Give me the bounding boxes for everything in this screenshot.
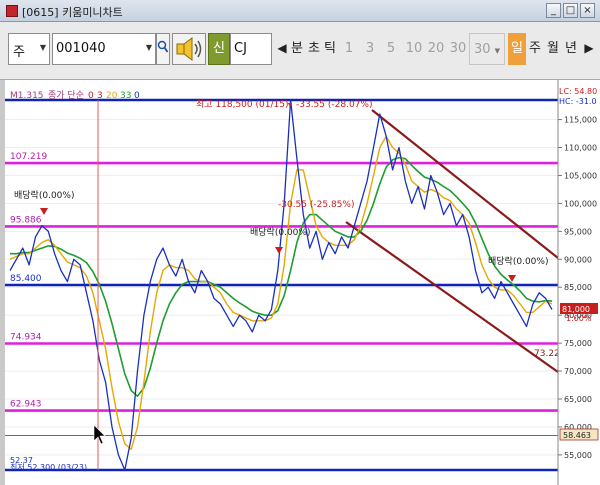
current-level-label: 58.463	[563, 431, 591, 440]
close-button[interactable]: ×	[580, 3, 595, 18]
minimize-button[interactable]: _	[546, 3, 561, 18]
legend-ma-last: 0	[134, 91, 140, 101]
mid-change-annotation: -30.55 (-25.85%)	[278, 200, 354, 210]
current-price-label: 81,000	[562, 305, 590, 314]
high-annotation: 최고 118,500 (01/15)	[196, 99, 288, 110]
lc-readout: LC: 54.80	[559, 87, 597, 96]
hc-readout: HC: -31.0	[559, 97, 597, 106]
stock-code-value: 001040	[56, 41, 106, 56]
title-bar: [0615] 키움미니차트 _ □ ×	[0, 0, 600, 22]
y-tick-label: 85,000	[564, 283, 592, 292]
market-select-label: 주	[13, 45, 25, 60]
current-change-label: 1.00%	[566, 314, 592, 323]
chevron-down-icon: ▼	[145, 43, 152, 52]
interval-20-button[interactable]: 20	[425, 33, 447, 65]
app-icon	[6, 5, 18, 17]
window-title: [0615] 키움미니차트	[22, 6, 123, 19]
level-label-2: 95.886	[10, 215, 42, 225]
level-label-1: 107.219	[10, 152, 47, 162]
interval-1-button[interactable]: 1	[340, 33, 358, 65]
y-tick-label: 90,000	[564, 255, 592, 264]
legend-ma-33: 33	[120, 91, 131, 101]
dividend-left-label: 배당락(0.00%)	[14, 189, 74, 201]
interval-3-button[interactable]: 3	[361, 33, 379, 65]
market-select[interactable]: 주 ▼	[8, 33, 50, 65]
legend-ma-3: 3	[97, 91, 103, 101]
channel-value-label: 73.22	[534, 349, 560, 359]
period-month-button[interactable]: 월	[544, 33, 562, 65]
y-tick-label: 105,000	[564, 171, 597, 180]
signal-button[interactable]: 신	[208, 33, 230, 65]
search-icon	[157, 40, 169, 53]
legend-text: 종가 단순	[48, 90, 84, 101]
legend-ma-0: 0	[88, 91, 94, 101]
maximize-button[interactable]: □	[563, 3, 578, 18]
stock-code-input[interactable]: 001040 ▼	[52, 33, 156, 65]
low-annotation: 최저 52,300 (03/23)	[10, 462, 87, 472]
type-minute-button[interactable]: 분	[288, 33, 306, 65]
toolbar: 주 ▼ 001040 ▼ 신 CJ ◀ 분 초 틱 1 3 5 10 20 30…	[0, 22, 600, 80]
y-tick-label: 115,000	[564, 116, 597, 125]
period-year-button[interactable]: 년	[562, 33, 580, 65]
nav-prev-button[interactable]: ◀	[275, 33, 289, 65]
legend-code: M1.315	[10, 91, 44, 101]
y-tick-label: 55,000	[564, 451, 592, 460]
interval-custom-select[interactable]: 30 ▼	[469, 33, 505, 65]
interval-10-button[interactable]: 10	[403, 33, 425, 65]
high-change-annotation: -33.55 (-28.07%)	[296, 100, 372, 110]
interval-custom-label: 30	[473, 42, 491, 57]
period-week-button[interactable]: 주	[526, 33, 544, 65]
y-tick-label: 95,000	[564, 227, 592, 236]
nav-next-button[interactable]: ▶	[582, 33, 596, 65]
interval-30-button[interactable]: 30	[447, 33, 469, 65]
period-day-button[interactable]: 일	[508, 33, 526, 65]
level-label-4: 74.934	[10, 332, 42, 342]
dividend-right-label: 배당락(0.00%)	[488, 255, 548, 267]
speaker-icon	[176, 37, 202, 61]
sound-button[interactable]	[172, 33, 206, 65]
y-tick-label: 100,000	[564, 199, 597, 208]
search-button[interactable]	[156, 33, 170, 65]
interval-5-button[interactable]: 5	[382, 33, 400, 65]
level-label-3: 85.400	[10, 274, 42, 284]
type-tick-button[interactable]: 틱	[322, 33, 338, 65]
legend-ma-20: 20	[106, 91, 118, 101]
level-label-5: 62.943	[10, 400, 42, 410]
y-tick-label: 75,000	[564, 339, 592, 348]
stock-name-field: CJ	[230, 33, 272, 65]
chevron-down-icon: ▼	[39, 43, 46, 52]
type-second-button[interactable]: 초	[306, 33, 322, 65]
y-tick-label: 70,000	[564, 367, 592, 376]
y-tick-label: 110,000	[564, 144, 597, 153]
chevron-down-icon: ▼	[494, 47, 501, 55]
y-tick-label: 65,000	[564, 395, 592, 404]
price-chart[interactable]: 107.219 95.886 85.400 74.934 62.943 M1.315 종…	[0, 80, 600, 485]
dividend-mid-label: 배당락(0.00%)	[250, 226, 310, 238]
